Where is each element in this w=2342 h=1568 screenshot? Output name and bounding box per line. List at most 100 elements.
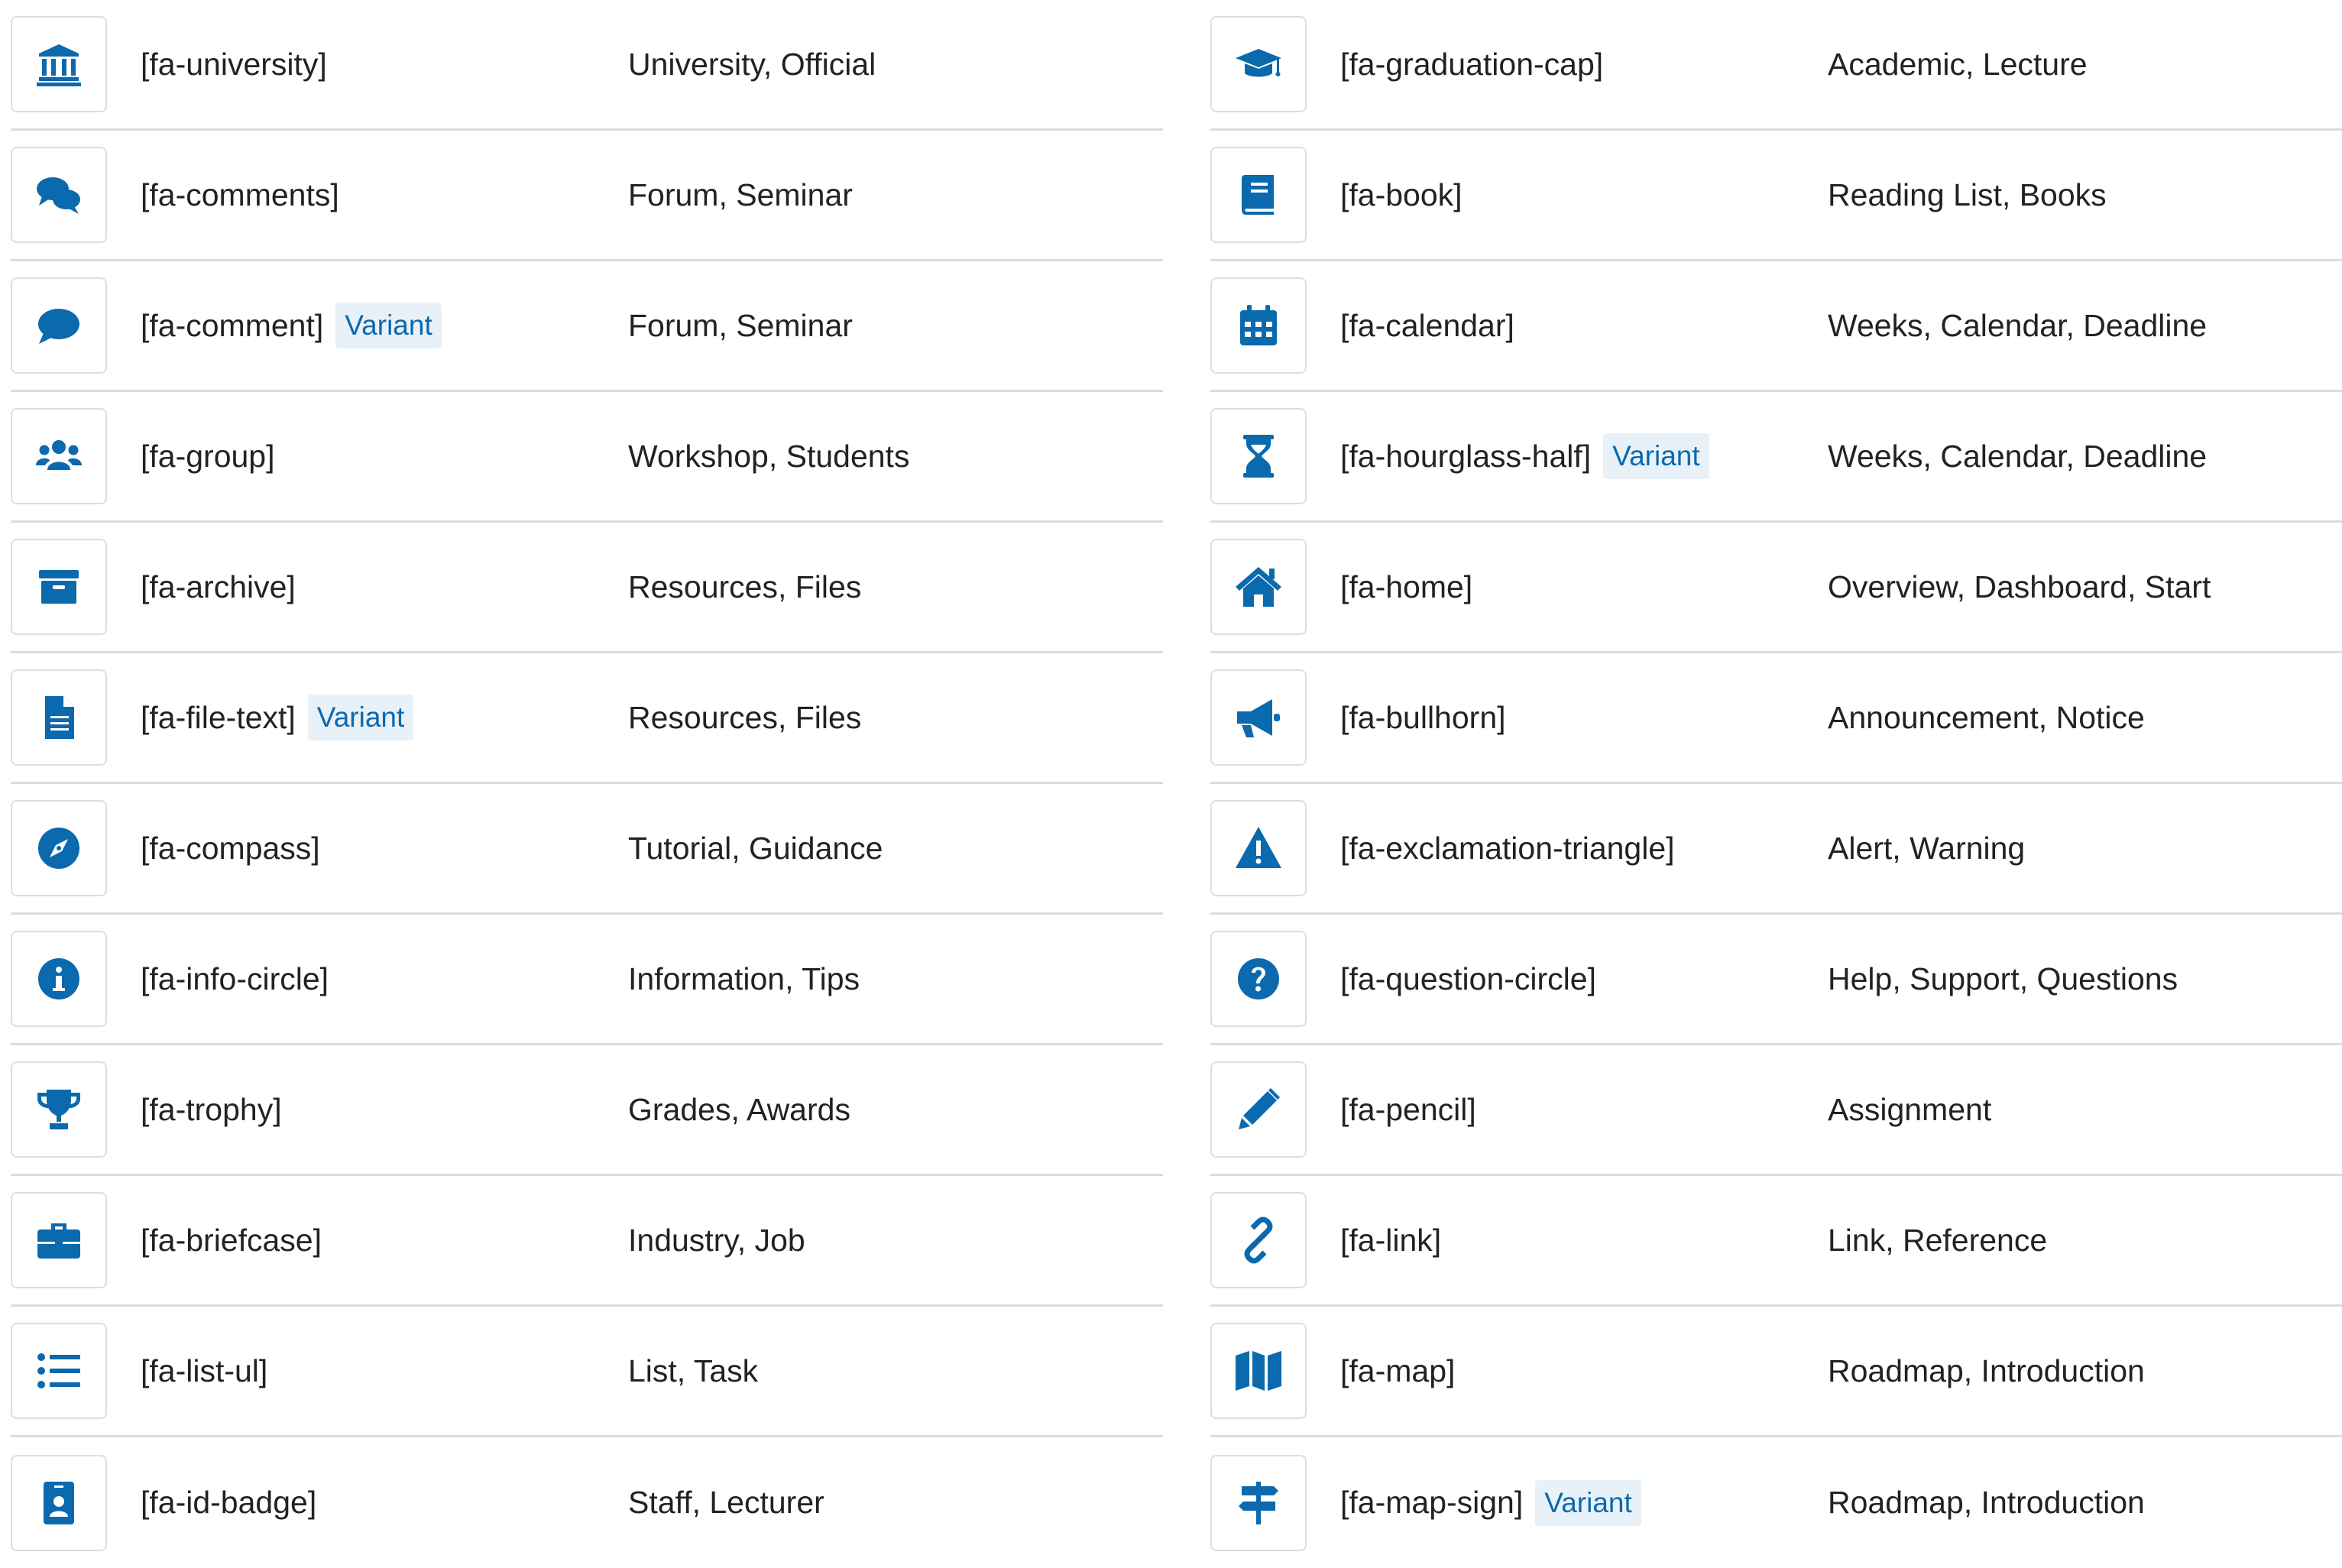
icon-name-cell: [fa-compass] <box>107 831 628 867</box>
icon-row: [fa-archive] Resources, Files <box>11 523 1163 653</box>
calendar-icon <box>1240 305 1277 345</box>
icon-row: [fa-list-ul] List, Task <box>11 1307 1163 1437</box>
university-icon <box>37 44 81 86</box>
icon-row: [fa-calendar] Weeks, Calendar, Deadline <box>1210 261 2342 392</box>
icon-usage-description: Workshop, Students <box>628 438 910 474</box>
icon-row: [fa-map-sign] Variant Roadmap, Introductio… <box>1210 1437 2342 1568</box>
icon-class-name: [fa-home] <box>1340 569 1473 604</box>
icon-box <box>1210 408 1307 504</box>
icon-class-name: [fa-map-sign] <box>1340 1485 1524 1520</box>
icon-name-cell: [fa-comments] <box>107 177 628 213</box>
icon-class-name: [fa-compass] <box>141 830 320 866</box>
icon-class-name: [fa-university] <box>141 46 327 82</box>
icon-row: [fa-graduation-cap] Academic, Lecture <box>1210 0 2342 131</box>
icon-row: [fa-info-circle] Information, Tips <box>11 915 1163 1045</box>
variant-badge: Variant <box>1603 433 1709 479</box>
icon-usage-description: Weeks, Calendar, Deadline <box>1828 307 2208 343</box>
compass-icon <box>38 828 79 869</box>
icon-usage-description: Alert, Warning <box>1828 830 2026 866</box>
icon-box <box>1210 800 1307 896</box>
icon-box <box>11 1061 107 1158</box>
icon-row: [fa-question-circle] Help, Support, Quest… <box>1210 915 2342 1045</box>
icon-box <box>1210 1323 1307 1419</box>
icon-class-name: [fa-bullhorn] <box>1340 699 1506 735</box>
icon-class-name: [fa-book] <box>1340 177 1463 212</box>
icon-class-name: [fa-trophy] <box>141 1091 282 1127</box>
icon-box <box>11 1454 107 1551</box>
icon-class-name: [fa-info-circle] <box>141 961 329 996</box>
icon-usage-description: Forum, Seminar <box>628 307 853 343</box>
icon-name-cell: [fa-university] <box>107 47 628 83</box>
book-icon <box>1242 175 1274 215</box>
home-icon <box>1236 567 1281 607</box>
icon-class-name: [fa-graduation-cap] <box>1340 46 1604 82</box>
variant-badge: Variant <box>335 303 442 348</box>
trophy-icon <box>37 1090 80 1129</box>
archive-icon <box>39 570 79 604</box>
icon-box <box>11 16 107 112</box>
icon-usage-description: Announcement, Notice <box>1828 699 2145 735</box>
left-column: [fa-university] University, Official [fa-c… <box>11 0 1163 1551</box>
icon-name-cell: [fa-book] <box>1307 177 1828 213</box>
icon-box <box>1210 277 1307 374</box>
icon-name-cell: [fa-hourglass-half] Variant <box>1307 433 1828 479</box>
icon-name-cell: [fa-exclamation-triangle] <box>1307 831 1828 867</box>
icon-name-cell: [fa-map] <box>1307 1353 1828 1389</box>
icon-usage-description: Staff, Lecturer <box>628 1485 824 1520</box>
icon-usage-description: Grades, Awards <box>628 1091 850 1127</box>
icon-box <box>11 800 107 896</box>
icon-box <box>11 1323 107 1419</box>
icon-reference-grid: [fa-university] University, Official [fa-c… <box>0 0 2342 1551</box>
pencil-icon <box>1239 1088 1280 1129</box>
icon-box <box>11 539 107 635</box>
icon-name-cell: [fa-graduation-cap] <box>1307 47 1828 83</box>
icon-box <box>11 669 107 766</box>
icon-row: [fa-link] Link, Reference <box>1210 1176 2342 1307</box>
icon-usage-description: University, Official <box>628 46 876 82</box>
icon-usage-description: Academic, Lecture <box>1828 46 2088 82</box>
icon-name-cell: [fa-question-circle] <box>1307 961 1828 997</box>
file-text-icon <box>45 696 74 739</box>
icon-box <box>1210 16 1307 112</box>
graduation-cap-icon <box>1236 49 1281 77</box>
icon-usage-description: Resources, Files <box>628 569 862 604</box>
icon-row: [fa-book] Reading List, Books <box>1210 131 2342 261</box>
icon-box <box>1210 669 1307 766</box>
icon-row: [fa-pencil] Assignment <box>1210 1045 2342 1176</box>
icon-class-name: [fa-file-text] <box>141 699 296 735</box>
icon-name-cell: [fa-home] <box>1307 569 1828 605</box>
icon-usage-description: Roadmap, Introduction <box>1828 1353 2145 1388</box>
icon-class-name: [fa-question-circle] <box>1340 961 1596 996</box>
icon-usage-description: Information, Tips <box>628 961 860 996</box>
icon-name-cell: [fa-list-ul] <box>107 1353 628 1389</box>
icon-usage-description: Assignment <box>1828 1091 1992 1127</box>
hourglass-half-icon <box>1243 435 1274 478</box>
icon-box <box>1210 1192 1307 1288</box>
icon-row: [fa-compass] Tutorial, Guidance <box>11 784 1163 915</box>
icon-usage-description: Help, Support, Questions <box>1828 961 2178 996</box>
icon-class-name: [fa-id-badge] <box>141 1485 317 1520</box>
icon-usage-description: Tutorial, Guidance <box>628 830 883 866</box>
comment-icon <box>38 309 79 344</box>
icon-class-name: [fa-archive] <box>141 569 296 604</box>
icon-class-name: [fa-briefcase] <box>141 1222 322 1258</box>
icon-usage-description: Reading List, Books <box>1828 177 2107 212</box>
map-icon <box>1236 1351 1281 1391</box>
icon-row: [fa-comment] Variant Forum, Seminar <box>11 261 1163 392</box>
icon-row: [fa-id-badge] Staff, Lecturer <box>11 1437 1163 1568</box>
icon-box <box>1210 147 1307 243</box>
icon-name-cell: [fa-link] <box>1307 1223 1828 1259</box>
icon-box <box>1210 1454 1307 1551</box>
icon-class-name: [fa-hourglass-half] <box>1340 438 1592 474</box>
icon-name-cell: [fa-file-text] Variant <box>107 695 628 740</box>
icon-usage-description: Roadmap, Introduction <box>1828 1485 2145 1520</box>
icon-name-cell: [fa-info-circle] <box>107 961 628 997</box>
icon-row: [fa-home] Overview, Dashboard, Start <box>1210 523 2342 653</box>
icon-usage-description: Forum, Seminar <box>628 177 853 212</box>
icon-usage-description: Overview, Dashboard, Start <box>1828 569 2211 604</box>
variant-badge: Variant <box>1535 1479 1641 1526</box>
icon-row: [fa-group] Workshop, Students <box>11 392 1163 523</box>
icon-row: [fa-file-text] Variant Resources, Files <box>11 653 1163 784</box>
icon-name-cell: [fa-archive] <box>107 569 628 605</box>
icon-usage-description: Industry, Job <box>628 1222 805 1258</box>
